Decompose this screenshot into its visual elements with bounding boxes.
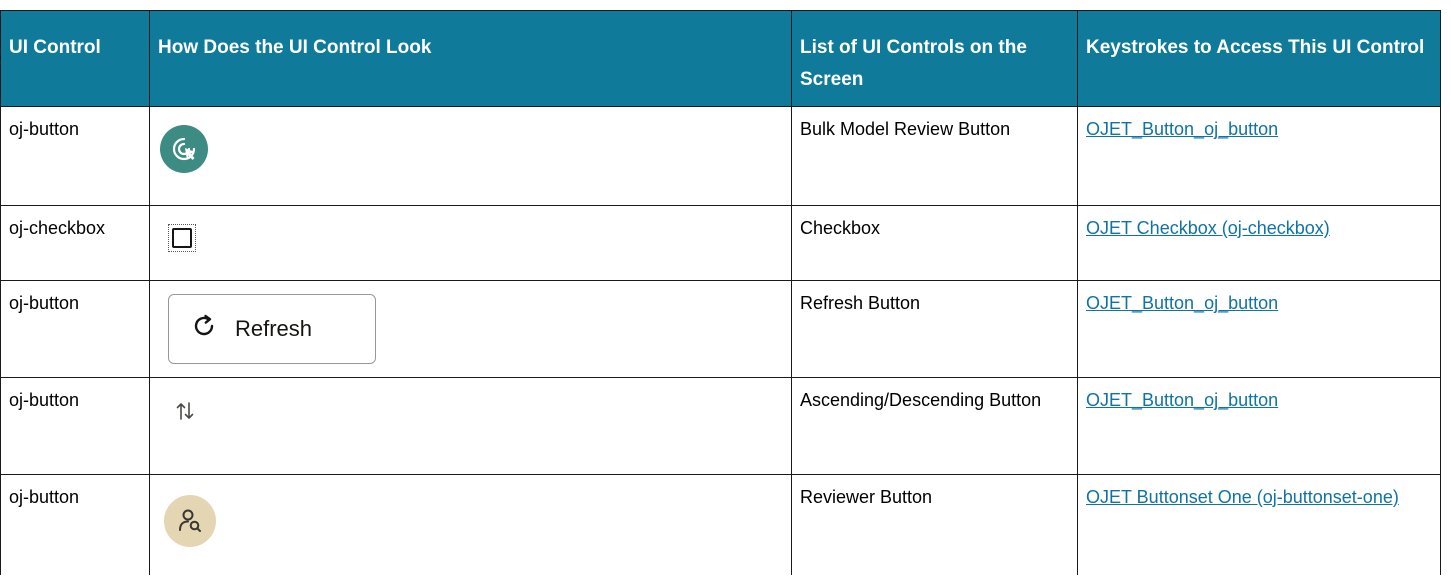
header-list-of-controls: List of UI Controls on the Screen bbox=[791, 10, 1078, 107]
cell-keystrokes: OJET_Button_oj_button bbox=[1077, 280, 1441, 378]
reviewer-search-icon[interactable] bbox=[164, 495, 216, 547]
refresh-icon bbox=[191, 313, 217, 345]
cell-list: Bulk Model Review Button bbox=[791, 106, 1078, 206]
checkbox-icon[interactable] bbox=[168, 224, 196, 252]
keystrokes-link[interactable]: OJET Checkbox (oj-checkbox) bbox=[1086, 218, 1330, 238]
cell-control: oj-button bbox=[0, 280, 150, 378]
keystrokes-link[interactable]: OJET_Button_oj_button bbox=[1086, 390, 1278, 410]
keystrokes-link[interactable]: OJET_Button_oj_button bbox=[1086, 293, 1278, 313]
cell-list: Ascending/Descending Button bbox=[791, 377, 1078, 475]
header-row: UI Control How Does the UI Control Look … bbox=[0, 10, 1441, 107]
header-how-it-looks: How Does the UI Control Look bbox=[149, 10, 792, 107]
cell-control: oj-checkbox bbox=[0, 205, 150, 281]
table-row: oj-button Reviewer Button OJET Buttonset… bbox=[0, 474, 1441, 575]
sort-arrows-icon[interactable] bbox=[175, 400, 195, 428]
header-ui-control: UI Control bbox=[0, 10, 150, 107]
cell-look bbox=[149, 377, 792, 475]
refresh-button[interactable]: Refresh bbox=[168, 294, 376, 364]
cell-control: oj-button bbox=[0, 377, 150, 475]
cell-look bbox=[149, 205, 792, 281]
cell-keystrokes: OJET Checkbox (oj-checkbox) bbox=[1077, 205, 1441, 281]
bulk-model-review-icon[interactable] bbox=[160, 125, 208, 173]
cell-look bbox=[149, 474, 792, 575]
cell-keystrokes: OJET_Button_oj_button bbox=[1077, 377, 1441, 475]
cell-keystrokes: OJET_Button_oj_button bbox=[1077, 106, 1441, 206]
cell-list: Reviewer Button bbox=[791, 474, 1078, 575]
header-keystrokes: Keystrokes to Access This UI Control bbox=[1077, 10, 1441, 107]
cell-list: Refresh Button bbox=[791, 280, 1078, 378]
cell-look: Refresh bbox=[149, 280, 792, 378]
keystrokes-link[interactable]: OJET_Button_oj_button bbox=[1086, 119, 1278, 139]
table-row: oj-button Bulk Model Review Button OJET_… bbox=[0, 106, 1441, 206]
cell-control: oj-button bbox=[0, 106, 150, 206]
ui-controls-table: UI Control How Does the UI Control Look … bbox=[0, 10, 1441, 575]
cell-control: oj-button bbox=[0, 474, 150, 575]
cell-look bbox=[149, 106, 792, 206]
table-row: oj-button Ascending/Descending Button OJ… bbox=[0, 377, 1441, 475]
refresh-button-label: Refresh bbox=[235, 316, 313, 341]
keystrokes-link[interactable]: OJET Buttonset One (oj-buttonset-one) bbox=[1086, 487, 1399, 507]
checkbox-box[interactable] bbox=[172, 228, 192, 248]
table-row: oj-button Refresh Refresh Button OJET_Bu… bbox=[0, 280, 1441, 378]
cell-list: Checkbox bbox=[791, 205, 1078, 281]
cell-keystrokes: OJET Buttonset One (oj-buttonset-one) bbox=[1077, 474, 1441, 575]
table-row: oj-checkbox Checkbox OJET Checkbox (oj-c… bbox=[0, 205, 1441, 281]
